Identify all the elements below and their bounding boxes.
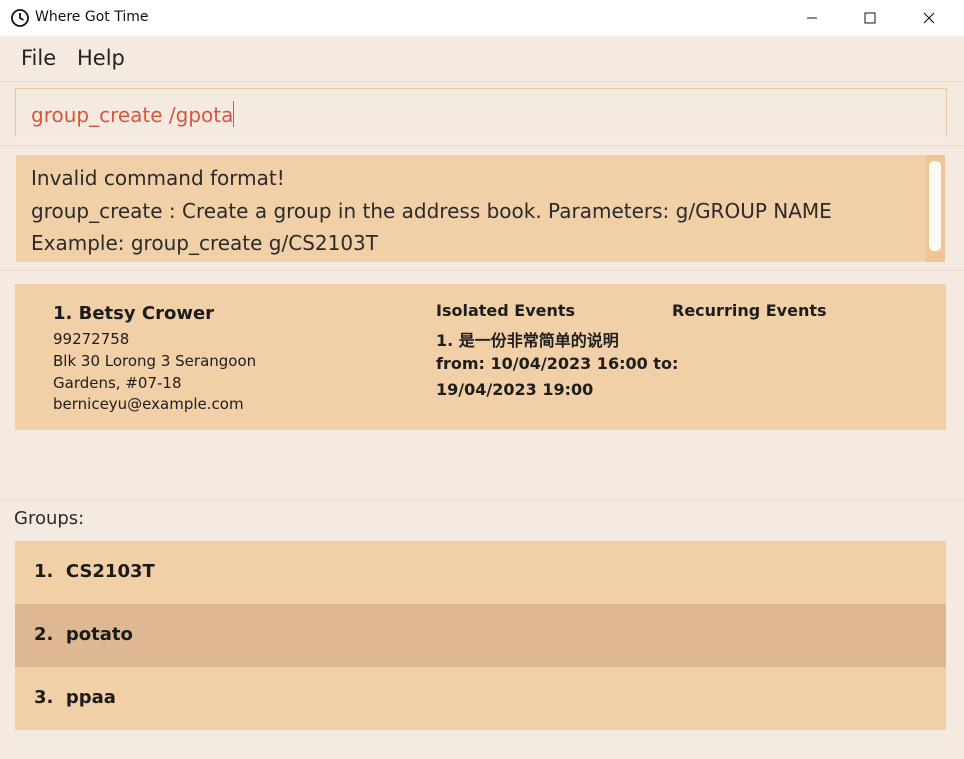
close-icon — [923, 12, 935, 24]
group-list-item-selected[interactable]: 2. potato — [15, 604, 946, 667]
menu-bar: File Help — [0, 36, 964, 82]
group-name: 1. CS2103T — [34, 561, 155, 582]
minimize-button[interactable] — [783, 0, 841, 36]
isolated-event-line: 19/04/2023 19:00 — [436, 380, 594, 399]
person-address-line: Gardens, #07-18 — [53, 374, 182, 392]
person-phone: 99272758 — [53, 330, 130, 348]
result-line: Invalid command format! — [31, 166, 285, 190]
result-display: Invalid command format! group_create : C… — [16, 155, 945, 262]
recurring-events-heading: Recurring Events — [672, 301, 827, 320]
person-card[interactable]: 1. Betsy Crower 99272758 Blk 30 Lorong 3… — [15, 284, 946, 430]
close-button[interactable] — [900, 0, 958, 36]
isolated-event-line: from: 10/04/2023 16:00 to: — [436, 354, 679, 373]
text-caret — [233, 101, 235, 127]
group-name: 3. ppaa — [34, 687, 116, 708]
maximize-button[interactable] — [841, 0, 899, 36]
menu-help[interactable]: Help — [77, 46, 125, 70]
group-name: 2. potato — [34, 624, 133, 645]
isolated-events-heading: Isolated Events — [436, 301, 576, 320]
group-list-item[interactable]: 1. CS2103T — [15, 541, 946, 604]
result-line: group_create : Create a group in the add… — [31, 199, 832, 223]
result-line: Example: group_create g/CS2103T — [31, 231, 379, 255]
clock-icon — [10, 8, 30, 28]
group-list-item[interactable]: 3. ppaa — [15, 667, 946, 730]
title-bar: Where Got Time — [0, 0, 964, 36]
divider — [0, 145, 964, 146]
divider — [0, 270, 964, 271]
divider — [0, 500, 964, 501]
person-email: berniceyu@example.com — [53, 395, 244, 413]
menu-file[interactable]: File — [21, 46, 56, 70]
minimize-icon — [807, 17, 817, 19]
person-name: 1. Betsy Crower — [53, 303, 215, 324]
result-scrollbar-thumb[interactable] — [929, 161, 941, 251]
window-title: Where Got Time — [35, 9, 149, 25]
groups-label: Groups: — [14, 508, 85, 529]
command-input-text: group_create /gpota — [31, 101, 235, 127]
person-address-line: Blk 30 Lorong 3 Serangoon — [53, 352, 257, 370]
isolated-event-line: 1. 是一份非常简单的说明 — [436, 331, 619, 350]
command-input[interactable]: group_create /gpota — [15, 88, 947, 137]
maximize-icon — [864, 12, 876, 24]
